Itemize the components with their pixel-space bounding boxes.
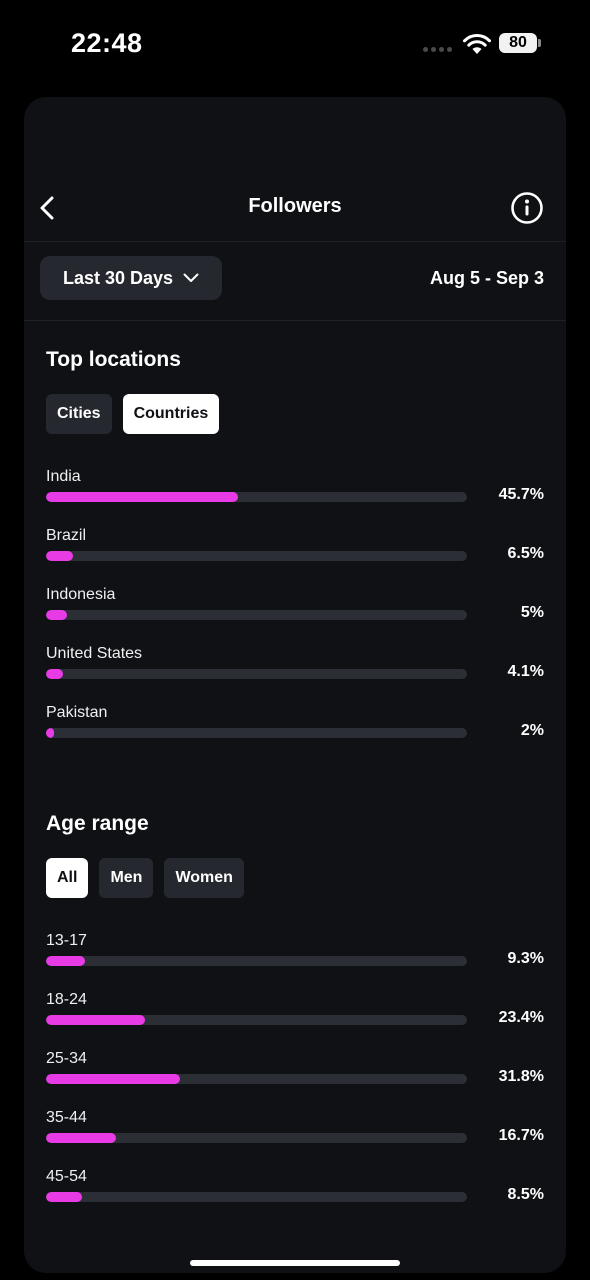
locations-chip-countries[interactable]: Countries: [122, 394, 220, 434]
age-bar-track: [46, 1133, 467, 1143]
age-row: 35-44 16.7%: [46, 1109, 544, 1168]
age-row-label: 35-44: [46, 1109, 87, 1126]
age-bar-fill: [46, 956, 86, 966]
date-range-dropdown-label: Last 30 Days: [62, 267, 174, 288]
age-chips: All Men Women: [46, 858, 244, 898]
location-bar-fill: [46, 492, 239, 502]
status-bar: 22:48 80: [0, 0, 590, 90]
info-button[interactable]: [510, 191, 544, 225]
location-row-label: Pakistan: [46, 704, 108, 721]
age-row: 45-54 8.5%: [46, 1168, 544, 1227]
age-row-value: 9.3%: [507, 950, 544, 967]
locations-list: India 45.7% Brazil 6.5% Indonesia 5% United St…: [46, 468, 544, 763]
age-chip-women[interactable]: Women: [164, 858, 244, 898]
age-bar-fill: [46, 1133, 117, 1143]
age-bar-fill: [46, 1015, 145, 1025]
age-row-label: 25-34: [46, 1050, 87, 1067]
age-row-value: 8.5%: [507, 1186, 544, 1203]
location-row-value: 6.5%: [507, 545, 544, 562]
location-row-label: Brazil: [46, 527, 87, 544]
location-bar-track: [46, 492, 467, 502]
date-range-text: Aug 5 - Sep 3: [429, 268, 544, 288]
location-bar-track: [46, 610, 467, 620]
nav-bar: Followers: [24, 175, 566, 242]
age-range-title: Age range: [46, 812, 149, 835]
top-locations-title: Top locations: [46, 348, 181, 371]
signal-icon: [423, 47, 452, 52]
age-chip-men[interactable]: Men: [99, 858, 154, 898]
location-bar-fill: [46, 551, 74, 561]
location-row: United States 4.1%: [46, 645, 544, 704]
age-row-value: 23.4%: [498, 1009, 544, 1026]
location-row-value: 4.1%: [507, 663, 544, 680]
age-row-label: 13-17: [46, 932, 87, 949]
age-bar-fill: [46, 1074, 180, 1084]
date-range-dropdown[interactable]: Last 30 Days: [40, 256, 222, 300]
location-row-value: 2%: [520, 722, 544, 739]
location-row-value: 5%: [520, 604, 544, 621]
battery-icon: 80: [499, 33, 537, 53]
location-row: Pakistan 2%: [46, 704, 544, 763]
age-row: 25-34 31.8%: [46, 1050, 544, 1109]
location-row: Indonesia 5%: [46, 586, 544, 645]
age-bar-track: [46, 1015, 467, 1025]
age-row-label: 45-54: [46, 1168, 87, 1185]
page-title: Followers: [248, 195, 342, 217]
location-row-label: Indonesia: [46, 586, 116, 603]
location-bar-track: [46, 728, 467, 738]
locations-chip-cities[interactable]: Cities: [46, 394, 112, 434]
scroll-content[interactable]: Followers Last 30 Days Aug 5 - Sep 3 Top…: [24, 97, 566, 1228]
location-row-label: India: [46, 468, 81, 485]
locations-chips: Cities Countries: [46, 394, 220, 434]
age-bar-track: [46, 1074, 467, 1084]
wifi-icon: [463, 34, 491, 54]
home-indicator: [190, 1260, 400, 1266]
location-row-value: 45.7%: [498, 486, 544, 503]
age-row: 13-17 9.3%: [46, 932, 544, 991]
chevron-down-icon: [183, 273, 199, 282]
location-bar-fill: [46, 728, 55, 738]
age-list: 13-17 9.3% 18-24 23.4% 25-34 31.8% 35-44 16.7% 4…: [46, 932, 544, 1228]
age-row-label: 18-24: [46, 991, 87, 1008]
location-bar-fill: [46, 610, 68, 620]
age-row: 55-64: [46, 1227, 544, 1228]
age-row-value: 16.7%: [498, 1127, 544, 1144]
status-time: 22:48: [71, 28, 143, 58]
age-row: 18-24 23.4%: [46, 991, 544, 1050]
age-bar-track: [46, 956, 467, 966]
location-row: India 45.7%: [46, 468, 544, 527]
battery-nub: [538, 39, 541, 47]
age-chip-all[interactable]: All: [46, 858, 89, 898]
followers-sheet: Followers Last 30 Days Aug 5 - Sep 3 Top…: [24, 97, 566, 1273]
age-bar-fill: [46, 1192, 82, 1202]
age-row-value: 31.8%: [498, 1068, 544, 1085]
location-row-label: United States: [46, 645, 143, 662]
date-filter-row: Last 30 Days Aug 5 - Sep 3: [24, 242, 566, 321]
location-bar-track: [46, 669, 467, 679]
location-bar-fill: [46, 669, 64, 679]
location-row: Brazil 6.5%: [46, 527, 544, 586]
location-bar-track: [46, 551, 467, 561]
age-bar-track: [46, 1192, 467, 1202]
age-row-label: 55-64: [46, 1227, 87, 1228]
